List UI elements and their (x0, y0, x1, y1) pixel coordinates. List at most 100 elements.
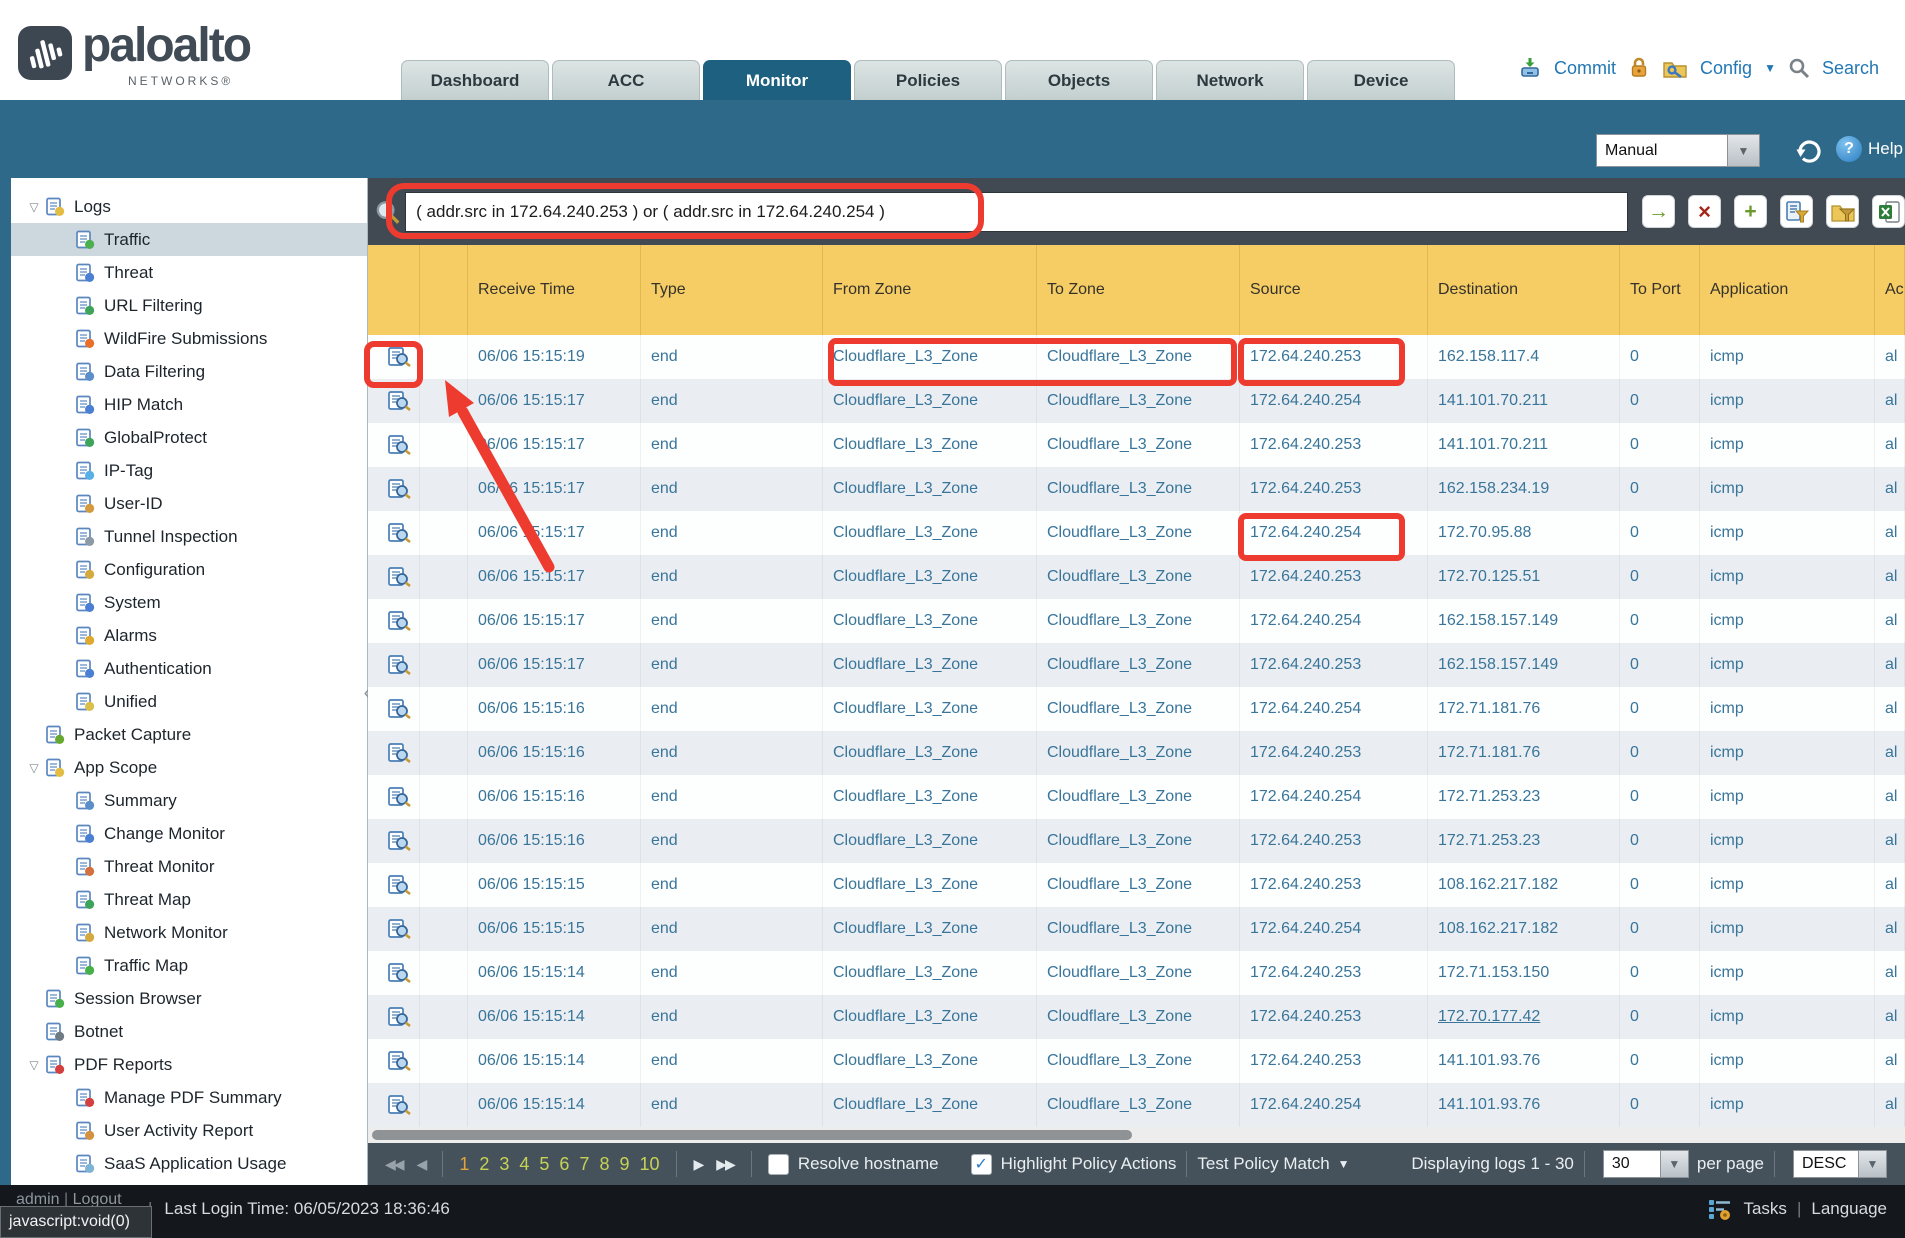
filter-builder-icon[interactable] (1780, 195, 1813, 228)
log-detail-icon[interactable] (387, 831, 411, 851)
to-port-cell[interactable]: 0 (1620, 1039, 1700, 1083)
table-row[interactable]: 06/06 15:15:16 end Cloudflare_L3_Zone Cl… (368, 687, 1905, 731)
sidebar-item[interactable]: Alarms (11, 619, 367, 652)
sidebar-item[interactable]: User-ID (11, 487, 367, 520)
from-zone-cell[interactable]: Cloudflare_L3_Zone (823, 775, 1037, 819)
test-policy-match-button[interactable]: Test Policy Match (1197, 1154, 1329, 1174)
source-cell[interactable]: 172.64.240.253 (1240, 555, 1428, 599)
from-zone-cell[interactable]: Cloudflare_L3_Zone (823, 687, 1037, 731)
page-number[interactable]: 5 (539, 1154, 549, 1175)
source-cell[interactable]: 172.64.240.253 (1240, 1039, 1428, 1083)
to-port-cell[interactable]: 0 (1620, 423, 1700, 467)
source-cell[interactable]: 172.64.240.253 (1240, 643, 1428, 687)
to-port-cell[interactable]: 0 (1620, 951, 1700, 995)
test-policy-match-caret-icon[interactable]: ▼ (1338, 1157, 1350, 1171)
action-cell[interactable]: al (1875, 687, 1905, 731)
column-header-blank[interactable] (420, 245, 468, 335)
application-cell[interactable]: icmp (1700, 555, 1875, 599)
from-zone-cell[interactable]: Cloudflare_L3_Zone (823, 1039, 1037, 1083)
to-zone-cell[interactable]: Cloudflare_L3_Zone (1037, 599, 1240, 643)
application-cell[interactable]: icmp (1700, 951, 1875, 995)
expand-triangle-icon[interactable]: ▽ (23, 1058, 45, 1072)
sidebar-item[interactable]: HIP Match (11, 388, 367, 421)
commit-label[interactable]: Commit (1554, 58, 1616, 79)
log-detail-icon[interactable] (387, 567, 411, 587)
to-zone-cell[interactable]: Cloudflare_L3_Zone (1037, 379, 1240, 423)
sort-order-value[interactable]: DESC (1793, 1150, 1859, 1178)
column-header-type[interactable]: Type (641, 245, 823, 335)
log-detail-icon[interactable] (387, 391, 411, 411)
table-row[interactable]: 06/06 15:15:17 end Cloudflare_L3_Zone Cl… (368, 423, 1905, 467)
per-page-value[interactable]: 30 (1603, 1150, 1661, 1178)
search-icon[interactable] (1788, 57, 1810, 79)
application-cell[interactable]: icmp (1700, 907, 1875, 951)
destination-cell[interactable]: 172.70.95.88 (1428, 511, 1620, 555)
last-page-icon[interactable]: ▶▶ (709, 1156, 741, 1173)
column-header-to-zone[interactable]: To Zone (1037, 245, 1240, 335)
tab-objects[interactable]: Objects (1005, 60, 1153, 100)
action-cell[interactable]: al (1875, 819, 1905, 863)
config-caret-icon[interactable]: ▼ (1764, 61, 1776, 75)
source-cell[interactable]: 172.64.240.253 (1240, 819, 1428, 863)
action-cell[interactable]: al (1875, 335, 1905, 379)
add-filter-icon[interactable]: + (1734, 195, 1767, 228)
sidebar-item[interactable]: ▽ PDF Reports (11, 1048, 367, 1081)
to-zone-cell[interactable]: Cloudflare_L3_Zone (1037, 335, 1240, 379)
action-cell[interactable]: al (1875, 951, 1905, 995)
application-cell[interactable]: icmp (1700, 731, 1875, 775)
destination-cell[interactable]: 172.71.181.76 (1428, 731, 1620, 775)
sidebar-item[interactable]: Session Browser (11, 982, 367, 1015)
from-zone-cell[interactable]: Cloudflare_L3_Zone (823, 599, 1037, 643)
next-page-icon[interactable]: ▶ (687, 1156, 710, 1173)
sidebar-item[interactable]: Threat Monitor (11, 850, 367, 883)
help-label[interactable]: Help (1868, 139, 1903, 159)
expand-triangle-icon[interactable]: ▽ (23, 200, 45, 214)
filter-query-input[interactable]: ( addr.src in 172.64.240.253 ) or ( addr… (405, 192, 1628, 232)
source-cell[interactable]: 172.64.240.254 (1240, 775, 1428, 819)
page-number[interactable]: 8 (599, 1154, 609, 1175)
tasks-icon[interactable] (1707, 1197, 1733, 1221)
config-icon[interactable] (1662, 56, 1688, 80)
from-zone-cell[interactable]: Cloudflare_L3_Zone (823, 863, 1037, 907)
source-cell[interactable]: 172.64.240.253 (1240, 731, 1428, 775)
sidebar-item[interactable]: Summary (11, 784, 367, 817)
to-port-cell[interactable]: 0 (1620, 511, 1700, 555)
sidebar-item[interactable]: Botnet (11, 1015, 367, 1048)
sidebar-item[interactable]: Data Filtering (11, 355, 367, 388)
destination-cell[interactable]: 172.71.181.76 (1428, 687, 1620, 731)
to-port-cell[interactable]: 0 (1620, 907, 1700, 951)
action-cell[interactable]: al (1875, 511, 1905, 555)
from-zone-cell[interactable]: Cloudflare_L3_Zone (823, 467, 1037, 511)
page-number[interactable]: 1 (459, 1154, 469, 1175)
destination-cell[interactable]: 141.101.93.76 (1428, 1039, 1620, 1083)
from-zone-cell[interactable]: Cloudflare_L3_Zone (823, 511, 1037, 555)
resolve-hostname-checkbox[interactable] (768, 1154, 789, 1175)
sidebar-item[interactable]: Network Monitor (11, 916, 367, 949)
table-row[interactable]: 06/06 15:15:17 end Cloudflare_L3_Zone Cl… (368, 467, 1905, 511)
to-zone-cell[interactable]: Cloudflare_L3_Zone (1037, 907, 1240, 951)
to-zone-cell[interactable]: Cloudflare_L3_Zone (1037, 951, 1240, 995)
table-row[interactable]: 06/06 15:15:14 end Cloudflare_L3_Zone Cl… (368, 995, 1905, 1039)
tasks-link[interactable]: Tasks (1743, 1199, 1786, 1219)
destination-cell[interactable]: 141.101.93.76 (1428, 1083, 1620, 1127)
to-port-cell[interactable]: 0 (1620, 863, 1700, 907)
destination-cell[interactable]: 141.101.70.211 (1428, 423, 1620, 467)
to-zone-cell[interactable]: Cloudflare_L3_Zone (1037, 863, 1240, 907)
table-row[interactable]: 06/06 15:15:17 end Cloudflare_L3_Zone Cl… (368, 511, 1905, 555)
horizontal-scrollbar[interactable] (368, 1127, 1905, 1143)
column-header-detail[interactable] (368, 245, 420, 335)
source-cell[interactable]: 172.64.240.254 (1240, 687, 1428, 731)
from-zone-cell[interactable]: Cloudflare_L3_Zone (823, 335, 1037, 379)
tab-acc[interactable]: ACC (552, 60, 700, 100)
action-cell[interactable]: al (1875, 907, 1905, 951)
to-port-cell[interactable]: 0 (1620, 335, 1700, 379)
sidebar-item[interactable]: ▽ App Scope (11, 751, 367, 784)
source-cell[interactable]: 172.64.240.254 (1240, 511, 1428, 555)
page-number[interactable]: 7 (579, 1154, 589, 1175)
application-cell[interactable]: icmp (1700, 863, 1875, 907)
application-cell[interactable]: icmp (1700, 643, 1875, 687)
source-cell[interactable]: 172.64.240.253 (1240, 423, 1428, 467)
log-detail-icon[interactable] (387, 743, 411, 763)
to-port-cell[interactable]: 0 (1620, 731, 1700, 775)
application-cell[interactable]: icmp (1700, 379, 1875, 423)
